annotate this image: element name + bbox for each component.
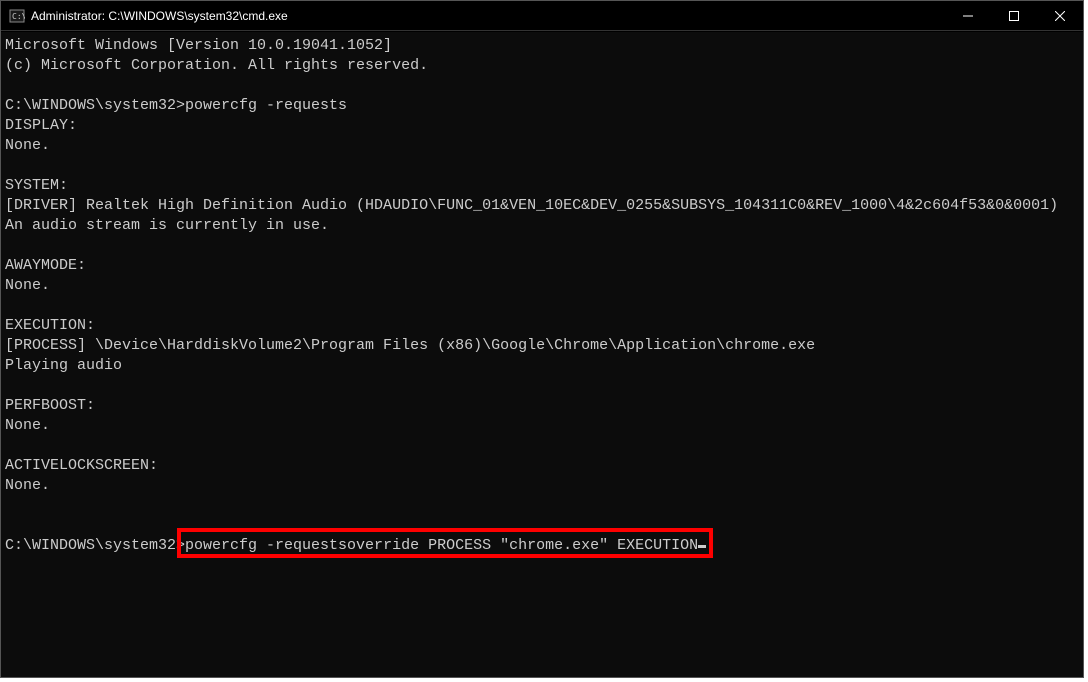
terminal-line: None. xyxy=(5,136,1079,156)
terminal-line: C:\WINDOWS\system32>powercfg -requests xyxy=(5,96,1079,116)
terminal-line: [PROCESS] \Device\HarddiskVolume2\Progra… xyxy=(5,336,1079,356)
terminal-line xyxy=(5,236,1079,256)
terminal-line xyxy=(5,296,1079,316)
window-controls xyxy=(945,1,1083,30)
prompt-text: C:\WINDOWS\system32> xyxy=(5,537,185,554)
cmd-icon: C:\ xyxy=(9,8,25,24)
terminal-line xyxy=(5,496,1079,516)
terminal-line: DISPLAY: xyxy=(5,116,1079,136)
terminal-line: AWAYMODE: xyxy=(5,256,1079,276)
terminal-line: SYSTEM: xyxy=(5,176,1079,196)
minimize-button[interactable] xyxy=(945,1,991,30)
maximize-button[interactable] xyxy=(991,1,1037,30)
terminal-line xyxy=(5,376,1079,396)
terminal-line: None. xyxy=(5,476,1079,496)
close-button[interactable] xyxy=(1037,1,1083,30)
maximize-icon xyxy=(1009,11,1019,21)
svg-text:C:\: C:\ xyxy=(12,12,25,21)
cmd-window: C:\ Administrator: C:\WINDOWS\system32\c… xyxy=(0,0,1084,678)
window-title: Administrator: C:\WINDOWS\system32\cmd.e… xyxy=(31,9,945,23)
title-bar[interactable]: C:\ Administrator: C:\WINDOWS\system32\c… xyxy=(1,1,1083,31)
close-icon xyxy=(1055,11,1065,21)
terminal-output[interactable]: Microsoft Windows [Version 10.0.19041.10… xyxy=(1,32,1083,677)
terminal-line xyxy=(5,436,1079,456)
terminal-line: Playing audio xyxy=(5,356,1079,376)
terminal-line xyxy=(5,156,1079,176)
terminal-line: None. xyxy=(5,416,1079,436)
typed-command: powercfg -requestsoverride PROCESS "chro… xyxy=(185,537,698,554)
text-cursor xyxy=(698,545,706,548)
terminal-line xyxy=(5,76,1079,96)
terminal-line: [DRIVER] Realtek High Definition Audio (… xyxy=(5,196,1079,216)
minimize-icon xyxy=(963,11,973,21)
terminal-line: (c) Microsoft Corporation. All rights re… xyxy=(5,56,1079,76)
terminal-line: EXECUTION: xyxy=(5,316,1079,336)
terminal-line: ACTIVELOCKSCREEN: xyxy=(5,456,1079,476)
terminal-line: An audio stream is currently in use. xyxy=(5,216,1079,236)
terminal-input-line[interactable]: C:\WINDOWS\system32>powercfg -requestsov… xyxy=(5,536,1079,556)
terminal-line: Microsoft Windows [Version 10.0.19041.10… xyxy=(5,36,1079,56)
terminal-line: None. xyxy=(5,276,1079,296)
terminal-line xyxy=(5,516,1079,536)
terminal-line: PERFBOOST: xyxy=(5,396,1079,416)
